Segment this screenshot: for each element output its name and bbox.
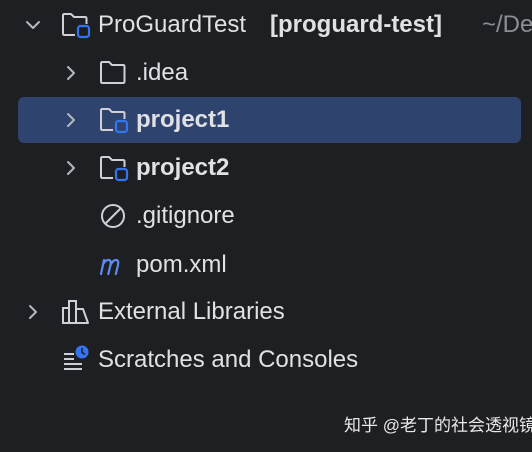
tree-row-scratches[interactable]: Scratches and Consoles [0,337,532,383]
scratches-icon [60,343,94,373]
tree-row-project2[interactable]: project2 [0,145,532,191]
chevron-right-icon[interactable] [24,303,42,321]
chevron-right-icon[interactable] [62,111,80,129]
tree-item-label: project1 [136,106,230,133]
root-path: ~/De [482,11,532,38]
libraries-icon [60,297,94,327]
tree-row-gitignore[interactable]: .gitignore [0,193,532,239]
tree-item-label: pom.xml [136,251,227,278]
tree-row-pom[interactable]: pom.xml [0,242,532,288]
scratches-label: Scratches and Consoles [98,346,359,373]
project-tree: ProGuardTest [proguard-test] ~/De .idea … [0,0,532,452]
chevron-down-icon[interactable] [24,16,42,34]
chevron-right-icon[interactable] [62,159,80,177]
maven-file-icon [98,250,132,280]
tree-item-label: .idea [136,59,189,86]
tree-item-label: .gitignore [136,202,235,229]
tree-row-project1[interactable]: project1 [0,96,532,143]
ignore-file-icon [98,201,132,231]
watermark: 知乎 @老丁的社会透视镜 [344,416,532,435]
root-module-name: [proguard-test] [270,11,442,38]
chevron-right-icon[interactable] [62,64,80,82]
tree-row-external-libraries[interactable]: External Libraries [0,289,532,335]
module-folder-icon [98,153,132,183]
root-project-name: ProGuardTest [98,11,247,38]
tree-row-root[interactable]: ProGuardTest [proguard-test] ~/De [0,2,532,48]
module-folder-icon [60,10,94,40]
folder-icon [98,58,132,88]
tree-item-label: project2 [136,154,230,181]
tree-row-idea[interactable]: .idea [0,50,532,96]
external-libraries-label: External Libraries [98,298,285,325]
module-folder-icon [98,105,132,135]
